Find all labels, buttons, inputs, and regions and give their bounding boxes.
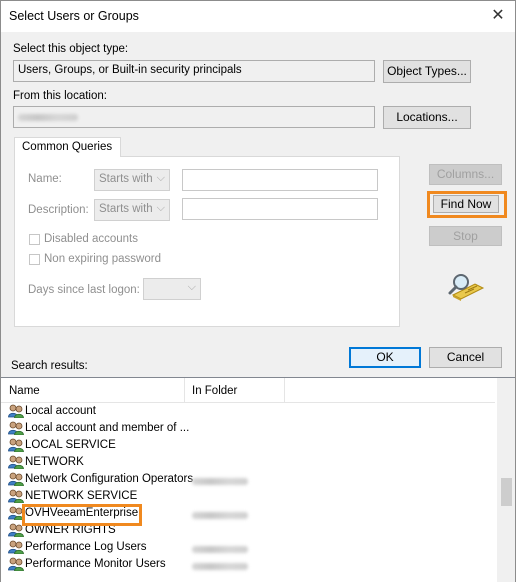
table-row[interactable]: Network Configuration Operators [1, 471, 495, 488]
window-title: Select Users or Groups [9, 9, 139, 23]
row-name: OWNER RIGHTS [25, 524, 116, 536]
row-name: NETWORK SERVICE [25, 490, 138, 502]
group-icon [8, 455, 24, 472]
table-row[interactable]: Local account and member of ... [1, 420, 495, 437]
column-divider[interactable] [284, 378, 285, 402]
group-icon [8, 404, 24, 421]
column-header-in-folder[interactable]: In Folder [184, 378, 284, 402]
row-folder [192, 544, 248, 556]
locations-button[interactable]: Locations... [383, 106, 471, 129]
stop-button[interactable]: Stop [429, 226, 502, 246]
search-results-label: Search results: [11, 360, 88, 372]
group-icon [8, 421, 24, 438]
name-input[interactable] [182, 169, 378, 191]
row-folder [192, 476, 248, 488]
location-field [13, 106, 375, 128]
select-users-dialog: Select Users or Groups ✕ Select this obj… [0, 0, 516, 582]
group-icon [8, 438, 24, 455]
days-since-logon-dropdown[interactable]: ⌵ [143, 278, 201, 300]
column-header-name[interactable]: Name [1, 378, 184, 402]
search-folder-icon [448, 274, 485, 301]
columns-button[interactable]: Columns... [429, 164, 502, 185]
group-icon [8, 557, 24, 574]
row-name: NETWORK [25, 456, 84, 468]
tab-common-queries[interactable]: Common Queries [14, 137, 122, 157]
cancel-button[interactable]: Cancel [429, 347, 502, 368]
table-row[interactable]: Performance Monitor Users [1, 556, 495, 573]
description-label: Description: [28, 204, 89, 216]
checkbox-box[interactable] [29, 233, 40, 245]
description-input[interactable] [182, 198, 378, 220]
group-icon [8, 540, 24, 557]
ok-button[interactable]: OK [349, 347, 421, 368]
location-label: From this location: [13, 90, 107, 102]
find-now-button[interactable]: Find Now [433, 195, 499, 213]
results-scrollbar[interactable] [497, 378, 515, 582]
name-label: Name: [28, 173, 62, 185]
non-expiring-password-checkbox[interactable]: Non expiring password [29, 253, 161, 265]
table-row[interactable]: OVHVeeamEnterprise [1, 505, 495, 522]
object-types-button[interactable]: Object Types... [383, 60, 471, 83]
table-row[interactable]: Local account [1, 403, 495, 420]
row-name: Local account and member of ... [25, 422, 190, 434]
checkbox-box[interactable] [29, 253, 40, 265]
row-name: Network Configuration Operators [25, 473, 194, 485]
table-row[interactable]: NETWORK SERVICE [1, 488, 495, 505]
disabled-accounts-checkbox[interactable]: Disabled accounts [29, 233, 138, 245]
name-match-dropdown[interactable]: Starts with ⌵ [94, 169, 170, 191]
group-icon [8, 523, 24, 540]
description-match-dropdown[interactable]: Starts with ⌵ [94, 199, 170, 221]
group-icon [8, 506, 24, 523]
chevron-down-icon: ⌵ [156, 172, 165, 184]
group-icon [8, 472, 24, 489]
row-name: Performance Monitor Users [25, 558, 166, 570]
disabled-accounts-label: Disabled accounts [44, 233, 138, 245]
scrollbar-thumb[interactable] [501, 478, 512, 506]
close-icon[interactable]: ✕ [485, 3, 511, 29]
object-type-label: Select this object type: [13, 43, 129, 55]
row-name: Local account [25, 405, 96, 417]
row-folder [192, 510, 248, 522]
chevron-down-icon: ⌵ [187, 281, 196, 293]
table-row[interactable]: OWNER RIGHTS [1, 522, 495, 539]
name-match-value: Starts with [99, 173, 153, 185]
row-name: OVHVeeamEnterprise [25, 507, 139, 519]
common-queries-panel: Name: Starts with ⌵ Description: Starts … [14, 156, 400, 327]
group-icon [8, 489, 24, 506]
row-name: LOCAL SERVICE [25, 439, 116, 451]
non-expiring-password-label: Non expiring password [44, 253, 161, 265]
results-header: Name In Folder [1, 378, 495, 403]
row-folder [192, 561, 248, 573]
table-row[interactable]: LOCAL SERVICE [1, 437, 495, 454]
table-row[interactable]: NETWORK [1, 454, 495, 471]
row-name: Performance Log Users [25, 541, 147, 553]
title-bar: Select Users or Groups ✕ [1, 1, 515, 32]
table-row[interactable]: Performance Log Users [1, 539, 495, 556]
days-since-logon-label: Days since last logon: [28, 284, 140, 296]
chevron-down-icon: ⌵ [156, 202, 165, 214]
search-results-list[interactable]: Name In Folder Local account Local accoun… [1, 377, 515, 582]
object-type-field: Users, Groups, or Built-in security prin… [13, 60, 375, 82]
description-match-value: Starts with [99, 203, 153, 215]
